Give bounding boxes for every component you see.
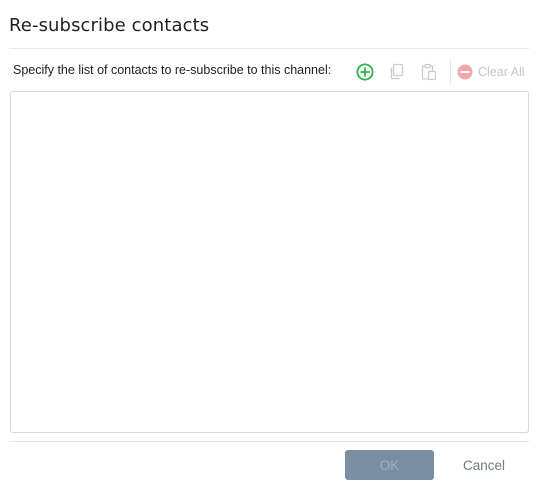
paste-icon <box>421 63 437 81</box>
copy-icon <box>390 63 404 80</box>
contacts-list[interactable] <box>10 91 529 433</box>
add-circle-icon <box>356 63 374 81</box>
header-divider <box>9 48 529 49</box>
ok-button[interactable]: OK <box>345 450 434 480</box>
copy-button[interactable] <box>384 59 410 85</box>
instruction-text: Specify the list of contacts to re-subsc… <box>13 63 332 77</box>
dialog-title: Re-subscribe contacts <box>9 15 210 36</box>
list-toolbar: Clear All <box>352 58 525 86</box>
footer-divider <box>9 441 529 442</box>
clear-all-button[interactable]: Clear All <box>457 64 525 80</box>
minus-circle-icon <box>457 64 473 80</box>
add-contact-button[interactable] <box>352 59 378 85</box>
clear-all-label: Clear All <box>478 65 525 79</box>
toolbar-separator <box>450 59 451 85</box>
paste-button[interactable] <box>416 59 442 85</box>
cancel-button[interactable]: Cancel <box>448 450 520 480</box>
